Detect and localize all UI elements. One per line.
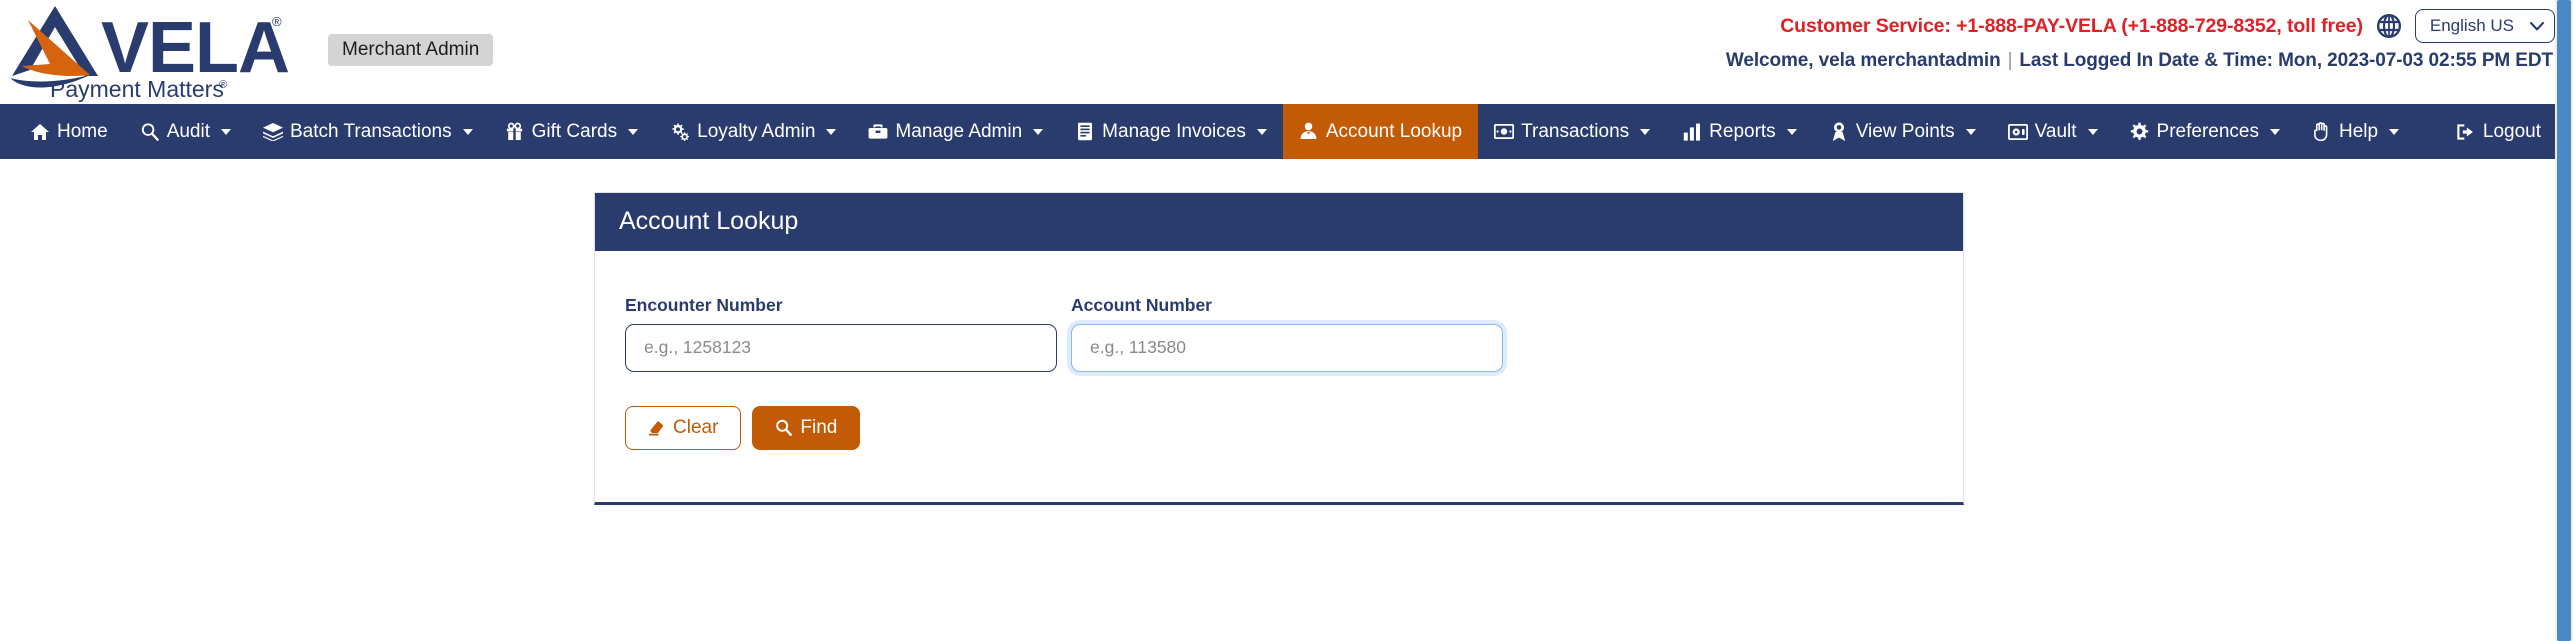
account-number-label: Account Number xyxy=(1071,295,1212,315)
svg-text:®: ® xyxy=(219,79,227,91)
lookup-actions: Clear Find xyxy=(625,405,1939,450)
nav-label: Preferences xyxy=(2156,120,2259,142)
vela-logo[interactable]: VELA ® Payment Matters ® xyxy=(6,2,306,102)
nav-item-transactions[interactable]: Transactions xyxy=(1478,104,1666,159)
vela-logo-graphic: VELA ® Payment Matters ® xyxy=(10,6,290,102)
last-login-text: Last Logged In Date & Time: Mon, 2023-07… xyxy=(2019,50,2553,71)
header-right: Customer Service: +1-888-PAY-VELA (+1-88… xyxy=(1555,0,2555,104)
nav-label: Home xyxy=(57,120,108,142)
gears-icon xyxy=(670,122,690,142)
chevron-down-icon xyxy=(826,128,837,135)
layers-icon xyxy=(263,122,283,142)
user-tie-icon xyxy=(1299,122,1319,142)
nav-item-help[interactable]: Help xyxy=(2296,104,2415,159)
nav-label: Batch Transactions xyxy=(290,120,452,142)
find-button[interactable]: Find xyxy=(752,405,861,450)
chevron-down-icon xyxy=(2087,128,2098,135)
globe-icon xyxy=(2376,13,2402,39)
chevron-down-icon xyxy=(1256,128,1267,135)
nav-item-view-points[interactable]: View Points xyxy=(1813,104,1992,159)
session-info: Welcome, vela merchantadmin | Last Logged … xyxy=(1726,50,2553,72)
toolbox-icon xyxy=(868,122,888,142)
header-top-line: Customer Service: +1-888-PAY-VELA (+1-88… xyxy=(1780,6,2555,46)
nav-item-loyalty-admin[interactable]: Loyalty Admin xyxy=(654,104,852,159)
logout-icon xyxy=(2456,122,2476,142)
session-separator: | xyxy=(2007,50,2013,71)
invoice-icon xyxy=(1075,122,1095,142)
clear-button-label: Clear xyxy=(673,416,719,438)
account-number-input[interactable] xyxy=(1071,323,1503,372)
nav-label: Reports xyxy=(1709,120,1776,142)
nav-item-reports[interactable]: Reports xyxy=(1666,104,1813,159)
svg-text:Payment Matters: Payment Matters xyxy=(50,76,224,102)
nav-label: Logout xyxy=(2482,120,2541,142)
nav-item-batch-transactions[interactable]: Batch Transactions xyxy=(247,104,489,159)
hand-icon xyxy=(2312,122,2332,142)
gear-icon xyxy=(2130,122,2150,142)
gift-icon xyxy=(505,122,525,142)
nav-label: Vault xyxy=(2034,120,2077,142)
nav-item-home[interactable]: Home xyxy=(14,104,124,159)
find-button-label: Find xyxy=(800,416,838,438)
search-icon xyxy=(775,419,793,436)
lookup-fields-row: Encounter Number Account Number xyxy=(625,295,1939,372)
customer-service-text: Customer Service: +1-888-PAY-VELA (+1-88… xyxy=(1780,14,2363,37)
vault-icon xyxy=(2007,122,2028,142)
nav-label: Loyalty Admin xyxy=(697,120,816,142)
medal-icon xyxy=(1829,121,1849,142)
scrollbar-thumb[interactable] xyxy=(2557,0,2571,641)
chevron-down-icon xyxy=(628,128,639,135)
encounter-number-label: Encounter Number xyxy=(625,295,783,315)
chevron-down-icon xyxy=(221,128,231,135)
nav-item-account-lookup[interactable]: Account Lookup xyxy=(1282,104,1479,159)
nav-item-gift-cards[interactable]: Gift Cards xyxy=(489,104,655,159)
chevron-down-icon xyxy=(1640,128,1651,135)
svg-text:®: ® xyxy=(272,14,282,29)
nav-label: Manage Invoices xyxy=(1102,120,1246,142)
money-icon xyxy=(1494,122,1515,142)
magnifier-icon xyxy=(140,122,160,142)
bar-chart-icon xyxy=(1682,122,1702,142)
chevron-down-icon xyxy=(2530,21,2544,31)
chevron-down-icon xyxy=(462,128,473,135)
card-title: Account Lookup xyxy=(595,193,1963,251)
nav-item-audit[interactable]: Audit xyxy=(124,104,247,159)
home-icon xyxy=(30,122,50,142)
nav-label: Help xyxy=(2338,120,2379,142)
chevron-down-icon xyxy=(2389,128,2400,135)
nav-item-manage-invoices[interactable]: Manage Invoices xyxy=(1059,104,1283,159)
nav-label: Audit xyxy=(166,120,210,142)
chevron-down-icon xyxy=(1786,128,1797,135)
nav-label: Account Lookup xyxy=(1325,120,1463,142)
clear-button[interactable]: Clear xyxy=(625,405,742,450)
nav-label: Transactions xyxy=(1521,120,1630,142)
encounter-number-field-group: Encounter Number xyxy=(625,295,1057,372)
nav-item-vault[interactable]: Vault xyxy=(1992,104,2114,159)
chevron-down-icon xyxy=(1965,128,1976,135)
chevron-down-icon xyxy=(2269,128,2280,135)
encounter-number-input[interactable] xyxy=(625,323,1057,372)
nav-item-preferences[interactable]: Preferences xyxy=(2114,104,2296,159)
logout-button[interactable]: Logout xyxy=(2440,104,2555,159)
chevron-down-icon xyxy=(1033,128,1044,135)
account-number-field-group: Account Number xyxy=(1071,295,1503,372)
main-content: Account Lookup Encounter Number Account … xyxy=(0,159,2573,641)
nav-label: Gift Cards xyxy=(531,120,618,142)
eraser-icon xyxy=(648,420,665,436)
role-badge: Merchant Admin xyxy=(328,34,494,66)
language-select-value: English US xyxy=(2429,16,2514,35)
nav-label: View Points xyxy=(1855,120,1955,142)
main-navigation: Home Audit Batch Transactions Gift Cards xyxy=(0,104,2573,159)
language-select[interactable]: English US xyxy=(2414,9,2555,43)
welcome-text: Welcome, vela merchantadmin xyxy=(1725,50,2001,71)
card-body: Encounter Number Account Number xyxy=(595,251,1963,502)
nav-label: Manage Admin xyxy=(895,120,1023,142)
page-scrollbar[interactable] xyxy=(2555,0,2573,641)
page-header: VELA ® Payment Matters ® Merchant Admin … xyxy=(0,0,2573,104)
nav-item-manage-admin[interactable]: Manage Admin xyxy=(852,104,1059,159)
account-lookup-card: Account Lookup Encounter Number Account … xyxy=(594,192,1964,505)
